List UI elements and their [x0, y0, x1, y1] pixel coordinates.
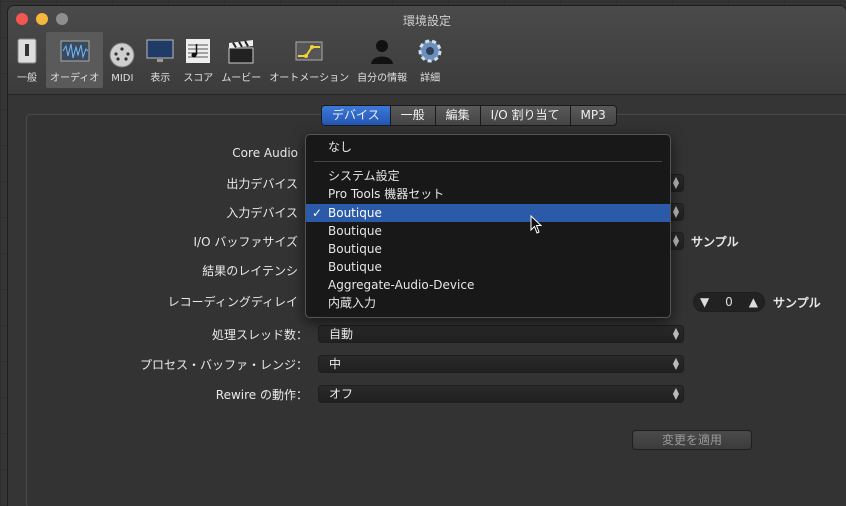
updown-arrows-icon: ▲ ▼	[672, 326, 679, 341]
buffer-range-label: プロセス・バッファ・レンジ：	[139, 358, 308, 372]
tab-devices[interactable]: デバイス	[322, 106, 391, 125]
threads-label: 処理スレッド数：	[211, 328, 308, 342]
menu-item[interactable]: Pro Tools 機器セット	[306, 185, 670, 203]
io-buffer-unit: サンプル	[691, 235, 739, 249]
toolbar-item-label: オートメーション	[269, 73, 350, 84]
io-buffer-size-label: I/O バッファサイズ	[193, 235, 298, 249]
recording-delay-label: レコーディングディレイ	[167, 295, 298, 309]
window-title: 環境設定	[402, 14, 451, 28]
input-device-label: 入力デバイス	[226, 206, 298, 220]
menu-item[interactable]: 内蔵入力	[306, 294, 670, 312]
automation-curve-icon	[295, 41, 323, 61]
tab-bar: デバイス 一般 編集 I/O 割り当て MP3	[321, 105, 617, 126]
toolbar-item-display[interactable]: 表示	[141, 32, 179, 88]
toolbar: 一般 オーディオ MIDI 表示 スコア ムービー オートメーション 自分の情報…	[8, 32, 449, 90]
user-silhouette-icon	[371, 40, 394, 64]
toolbar-item-score[interactable]: スコア	[179, 32, 217, 88]
midi-connector-icon	[109, 42, 135, 68]
toolbar-item-label: スコア	[183, 73, 214, 84]
toolbar-item-label: 表示	[150, 73, 171, 84]
titlebar: 環境設定 一般 オーディオ MIDI 表示 スコア ムービー オートメーション …	[8, 6, 846, 95]
toolbar-item-label: ムービー	[221, 73, 262, 84]
toolbar-item-automation[interactable]: オートメーション	[265, 32, 353, 88]
input-device-menu: なし システム設定 Pro Tools 機器セット ✓ Boutique Bou…	[305, 134, 671, 318]
checkmark-icon: ✓	[312, 206, 323, 220]
toolbar-item-general[interactable]: 一般	[8, 32, 46, 88]
threads-value: 自動	[329, 327, 354, 341]
resulting-latency-label: 結果のレイテンシ	[202, 264, 298, 278]
toolbar-item-label: 自分の情報	[357, 73, 408, 84]
menu-item[interactable]: Boutique	[306, 258, 670, 276]
general-switch-icon	[17, 38, 37, 64]
recording-delay-stepper[interactable]: ▼ 0 ▲	[693, 292, 765, 312]
menu-separator	[314, 161, 662, 162]
updown-arrows-icon: ▲ ▼	[672, 386, 679, 401]
movie-clapper-icon	[228, 40, 254, 64]
buffer-range-value: 中	[329, 357, 342, 371]
score-notes-icon	[186, 39, 211, 63]
toolbar-item-advanced[interactable]: 詳細	[411, 32, 449, 88]
display-monitor-icon	[146, 39, 174, 62]
apply-changes-button[interactable]: 変更を適用	[632, 430, 752, 450]
rewire-value: オフ	[329, 387, 354, 401]
toolbar-item-label: MIDI	[111, 73, 134, 84]
toolbar-item-audio[interactable]: オーディオ	[46, 32, 104, 88]
updown-arrows-icon: ▲ ▼	[672, 204, 679, 219]
menu-item[interactable]: Boutique	[306, 222, 670, 240]
preferences-window: 環境設定 一般 オーディオ MIDI 表示 スコア ムービー オートメーション …	[8, 6, 846, 506]
increment-icon[interactable]: ▲	[749, 295, 758, 309]
threads-popup[interactable]: 自動 ▲ ▼	[318, 325, 684, 343]
decrement-icon[interactable]: ▼	[700, 295, 709, 309]
rewire-popup[interactable]: オフ ▲ ▼	[318, 385, 684, 403]
gear-icon	[418, 39, 442, 63]
toolbar-item-label: オーディオ	[50, 73, 100, 84]
core-audio-label: Core Audio	[232, 146, 298, 160]
tab-edit[interactable]: 編集	[436, 106, 481, 125]
buffer-range-popup[interactable]: 中 ▲ ▼	[318, 355, 684, 373]
menu-item[interactable]: システム設定	[306, 167, 670, 185]
menu-item[interactable]: Boutique	[306, 240, 670, 258]
toolbar-item-my-info[interactable]: 自分の情報	[353, 32, 411, 88]
menu-item-selected[interactable]: ✓ Boutique	[306, 204, 670, 222]
tab-general[interactable]: 一般	[391, 106, 436, 125]
toolbar-item-label: 一般	[17, 73, 37, 84]
menu-item-none[interactable]: なし	[306, 138, 670, 156]
menu-item-label: Boutique	[328, 206, 382, 220]
toolbar-item-midi[interactable]: MIDI	[103, 32, 141, 88]
audio-waveform-icon	[60, 40, 90, 62]
toolbar-item-movie[interactable]: ムービー	[217, 32, 265, 88]
toolbar-item-label: 詳細	[420, 73, 441, 84]
updown-arrows-icon: ▲ ▼	[672, 175, 679, 190]
output-device-label: 出力デバイス	[226, 177, 298, 191]
rewire-label: Rewire の動作：	[215, 388, 308, 402]
updown-arrows-icon: ▲ ▼	[672, 356, 679, 371]
recording-delay-unit: サンプル	[773, 296, 821, 310]
tab-mp3[interactable]: MP3	[571, 106, 616, 125]
updown-arrows-icon: ▲ ▼	[672, 233, 679, 248]
tab-io-assignments[interactable]: I/O 割り当て	[481, 106, 571, 125]
mouse-cursor-icon	[530, 215, 543, 234]
recording-delay-value: 0	[725, 295, 733, 309]
menu-item[interactable]: Aggregate-Audio-Device	[306, 276, 670, 294]
